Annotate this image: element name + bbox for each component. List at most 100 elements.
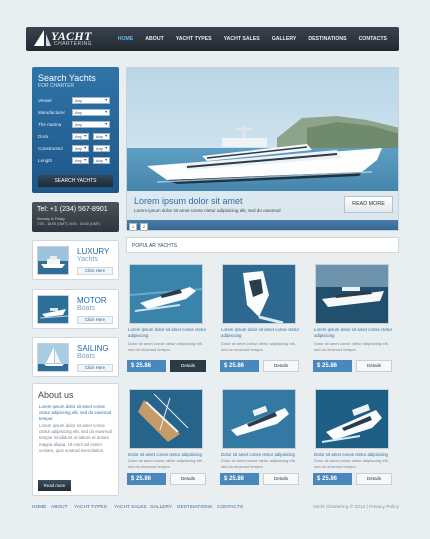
category-luxury-yachts[interactable]: LUXURY Yachts Click Here (32, 240, 119, 280)
click-here-button[interactable]: Click Here (77, 364, 113, 372)
category-title: MOTOR (77, 296, 107, 305)
chevron-down-icon: ▼ (83, 146, 87, 150)
yacht-price: $ 25.86 (127, 473, 166, 485)
yacht-title[interactable]: Lorem ipsum dolor sit amet conse ctetur … (314, 327, 394, 339)
dock-select-to[interactable]: Any ▼ (93, 133, 110, 140)
category-subtitle: Boats (77, 305, 95, 312)
yacht-desc: Dolor sit amet conse ctetur adipisicing … (314, 458, 389, 469)
search-yachts-panel: Search Yachts FOR CHARTER Vessel Any ▼ Ma… (32, 67, 119, 193)
yacht-desc: Dolor sit amet conse ctetur adipisicing … (128, 341, 203, 352)
details-button[interactable]: Details (356, 473, 392, 485)
search-row-manufacturer: Manufacturer Any ▼ (38, 109, 115, 117)
field-label: Length (38, 158, 53, 163)
yacht-card: Dolor sit amet conse ctetur adipisicing … (219, 389, 299, 507)
yacht-desc: Dolor sit amet conse ctetur adipisicing … (221, 341, 296, 352)
slide-subtitle: Lorem ipsum dolor sit amet conse ctetur … (134, 208, 281, 213)
nav-destinations[interactable]: DESTINATIONS (302, 27, 352, 51)
yacht-photo[interactable] (315, 264, 389, 324)
yacht-photo[interactable] (315, 389, 389, 449)
footer-link-destinations[interactable]: DESTINATIONS (177, 505, 212, 510)
category-subtitle: Boats (77, 353, 95, 360)
nav-yacht-types[interactable]: YACHT TYPES (170, 27, 218, 51)
slider-page-1[interactable]: 1 (129, 223, 137, 231)
chevron-down-icon: ▼ (83, 158, 87, 162)
yacht-card: Dolor sit amet conse ctetur adipisicing … (312, 389, 392, 507)
sail-logo-icon (34, 30, 51, 46)
popular-heading-text: POPULAR YACHTS (132, 243, 178, 249)
click-here-button[interactable]: Click Here (77, 267, 113, 275)
yacht-photo[interactable] (222, 264, 296, 324)
manufacturer-select[interactable]: Any ▼ (72, 109, 110, 116)
about-body: Lorem ipsum dolor sit amet conse ctetur … (39, 423, 112, 453)
footer-link-yacht-types[interactable]: YACHT TYPES (74, 505, 107, 510)
about-us-box: About us Lorem ipsum dolor sit amet cons… (32, 383, 119, 496)
footer-link-about[interactable]: ABOUT (51, 505, 68, 510)
yacht-card: Dolor sit amet conse ctetur adipisicing … (126, 389, 206, 507)
yacht-card: Lorem ipsum dolor sit amet conse ctetur … (219, 264, 299, 382)
logo[interactable]: YACHT CHARTERING (32, 29, 112, 49)
yacht-photo[interactable] (129, 264, 203, 324)
chevron-down-icon: ▼ (104, 98, 108, 102)
top-header: YACHT CHARTERING HOME ABOUT YACHT TYPES … (26, 27, 399, 51)
nav-contacts[interactable]: CONTACTS (353, 27, 393, 51)
details-button[interactable]: Details (263, 360, 299, 372)
read-more-slider-button[interactable]: READ MORE (344, 196, 393, 213)
click-here-button[interactable]: Click Here (77, 316, 113, 324)
phone-number[interactable]: Tel: +1 (234) 567-8901 (37, 206, 108, 213)
nav-yacht-sales[interactable]: YACHT SALES (218, 27, 266, 51)
field-label: Constructed (38, 146, 63, 151)
slider-bar (127, 220, 398, 230)
nav-home[interactable]: HOME (112, 27, 140, 51)
details-button[interactable]: Details (263, 473, 299, 485)
category-title: LUXURY (77, 247, 110, 256)
popular-yachts-heading: POPULAR YACHTS (126, 237, 399, 253)
footer-link-home[interactable]: HOME (32, 505, 46, 510)
details-button[interactable]: Details (170, 473, 206, 485)
nav-about[interactable]: ABOUT (139, 27, 169, 51)
select-value: Any (75, 158, 82, 163)
length-select-from[interactable]: Any ▼ (72, 157, 89, 164)
category-sailing-boats[interactable]: SAILING Boats Click Here (32, 337, 119, 377)
read-more-button[interactable]: Read more (38, 480, 71, 491)
marina-select[interactable]: Any ▼ (72, 121, 110, 128)
copyright: Yacht Chartering © 2012 | Privacy Policy (312, 505, 399, 510)
select-value: Any (96, 158, 103, 163)
about-title: About us (38, 390, 74, 400)
dock-select-from[interactable]: Any ▼ (72, 133, 89, 140)
search-yachts-button[interactable]: SEARCH YACHTS (38, 175, 113, 187)
category-subtitle: Yachts (77, 256, 98, 263)
about-lead: Lorem ipsum dolor sit amet conse ctetur … (39, 404, 111, 421)
footer-link-contacts[interactable]: CONTACTS (217, 505, 243, 510)
chevron-down-icon: ▼ (104, 146, 108, 150)
hero-slider: Lorem ipsum dolor sit amet Lorem ipsum d… (126, 67, 399, 231)
yacht-photo[interactable] (222, 389, 296, 449)
yacht-title[interactable]: Lorem ipsum dolor sit amet conse ctetur … (221, 327, 301, 339)
office-hours: Monday to Friday 7:00 - 18:00 (GMT) 8:00… (37, 217, 101, 226)
constructed-select-from[interactable]: Any ▼ (72, 145, 89, 152)
select-value: Any (96, 146, 103, 151)
main-nav: HOME ABOUT YACHT TYPES YACHT SALES GALLE… (112, 27, 393, 51)
footer: HOME ABOUT YACHT TYPES YACHT SALES GALLE… (32, 505, 399, 515)
yacht-photo[interactable] (129, 389, 203, 449)
phone-box: Tel: +1 (234) 567-8901 Monday to Friday … (32, 202, 119, 232)
constructed-select-to[interactable]: Any ▼ (93, 145, 110, 152)
motor-boat-thumbnail (37, 295, 69, 324)
search-row-marina: The marina Any ▼ (38, 121, 115, 129)
chevron-down-icon: ▼ (104, 122, 108, 126)
footer-link-yacht-sales[interactable]: YACHT SALES (114, 505, 147, 510)
details-button[interactable]: Details (356, 360, 392, 372)
nav-gallery[interactable]: GALLERY (266, 27, 303, 51)
yacht-price: $ 25.86 (313, 473, 352, 485)
category-motor-boats[interactable]: MOTOR Boats Click Here (32, 289, 119, 329)
footer-link-gallery[interactable]: GALLERY (150, 505, 172, 510)
select-value: Any (75, 122, 82, 127)
select-value: Any (75, 146, 82, 151)
chevron-down-icon: ▼ (104, 110, 108, 114)
length-select-to[interactable]: Any ▼ (93, 157, 110, 164)
search-subtitle: FOR CHARTER (38, 83, 75, 89)
vessel-select[interactable]: Any ▼ (72, 97, 110, 104)
chevron-down-icon: ▼ (104, 134, 108, 138)
details-button[interactable]: Details (170, 360, 206, 372)
yacht-title[interactable]: Lorem ipsum dolor sit amet conse ctetur … (128, 327, 208, 339)
slider-page-2[interactable]: 2 (140, 223, 148, 231)
